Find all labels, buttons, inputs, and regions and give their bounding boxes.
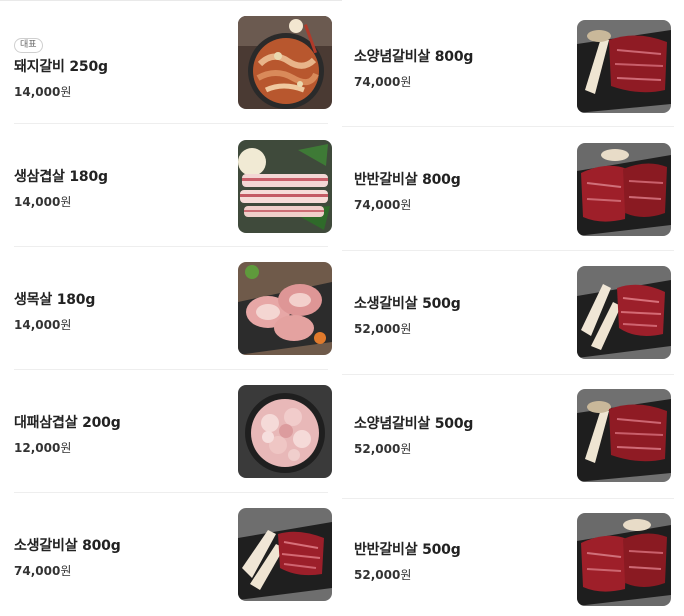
menu-item-price: 52,000원 — [354, 322, 412, 336]
menu-item[interactable]: 생삼겹살 180g 14,000원 — [0, 124, 342, 247]
menu-item-price: 52,000원 — [354, 568, 412, 582]
menu-item-name: 소생갈비살 800g — [14, 538, 121, 554]
menu-item-name: 소양념갈비살 800g — [354, 49, 474, 65]
menu-grid: 대표 돼지갈비 250g 14,000원 생삼겹살 180g 14,000원 생… — [0, 0, 684, 616]
representative-badge: 대표 — [14, 38, 43, 53]
marinated-beef-rib-photo — [577, 389, 671, 482]
menu-item[interactable]: 대표 돼지갈비 250g 14,000원 — [0, 0, 342, 124]
menu-item[interactable]: 소양념갈비살 800g 74,000원 — [342, 0, 684, 127]
menu-item[interactable]: 반반갈비살 500g 52,000원 — [342, 499, 684, 616]
menu-item-price: 12,000원 — [14, 441, 72, 455]
menu-item[interactable]: 대패삼겹살 200g 12,000원 — [0, 370, 342, 493]
thin-pork-belly-photo — [238, 385, 332, 478]
pork-belly-photo — [238, 140, 332, 233]
menu-item[interactable]: 반반갈비살 800g 74,000원 — [342, 127, 684, 251]
menu-item-name: 반반갈비살 500g — [354, 542, 461, 558]
menu-item-price: 14,000원 — [14, 318, 72, 332]
menu-item[interactable]: 소생갈비살 800g 74,000원 — [0, 493, 342, 616]
menu-item-name: 소생갈비살 500g — [354, 296, 461, 312]
menu-item[interactable]: 소양념갈비살 500g 52,000원 — [342, 375, 684, 499]
pork-galbi-photo — [238, 16, 332, 109]
pork-neck-photo — [238, 262, 332, 355]
menu-column-left: 대표 돼지갈비 250g 14,000원 생삼겹살 180g 14,000원 생… — [0, 0, 342, 616]
beef-rib-meat-photo — [238, 508, 332, 601]
beef-rib-meat-photo — [577, 266, 671, 359]
menu-item[interactable]: 생목살 180g 14,000원 — [0, 247, 342, 370]
menu-item[interactable]: 소생갈비살 500g 52,000원 — [342, 251, 684, 375]
menu-item-price: 14,000원 — [14, 195, 72, 209]
half-half-rib-photo — [577, 513, 671, 606]
menu-item-price: 74,000원 — [14, 564, 72, 578]
menu-column-right: 소양념갈비살 800g 74,000원 반반갈비살 800g 74,000원 소… — [342, 0, 684, 616]
menu-item-name: 생삼겹살 180g — [14, 169, 108, 185]
menu-item-name: 반반갈비살 800g — [354, 172, 461, 188]
marinated-beef-rib-photo — [577, 20, 671, 113]
menu-item-name: 돼지갈비 250g — [14, 59, 108, 75]
menu-item-price: 52,000원 — [354, 442, 412, 456]
menu-item-price: 74,000원 — [354, 198, 412, 212]
menu-item-price: 74,000원 — [354, 75, 412, 89]
menu-item-name: 생목살 180g — [14, 292, 96, 308]
menu-item-name: 소양념갈비살 500g — [354, 416, 474, 432]
half-half-rib-photo — [577, 143, 671, 236]
menu-item-name: 대패삼겹살 200g — [14, 415, 121, 431]
menu-item-price: 14,000원 — [14, 85, 72, 99]
